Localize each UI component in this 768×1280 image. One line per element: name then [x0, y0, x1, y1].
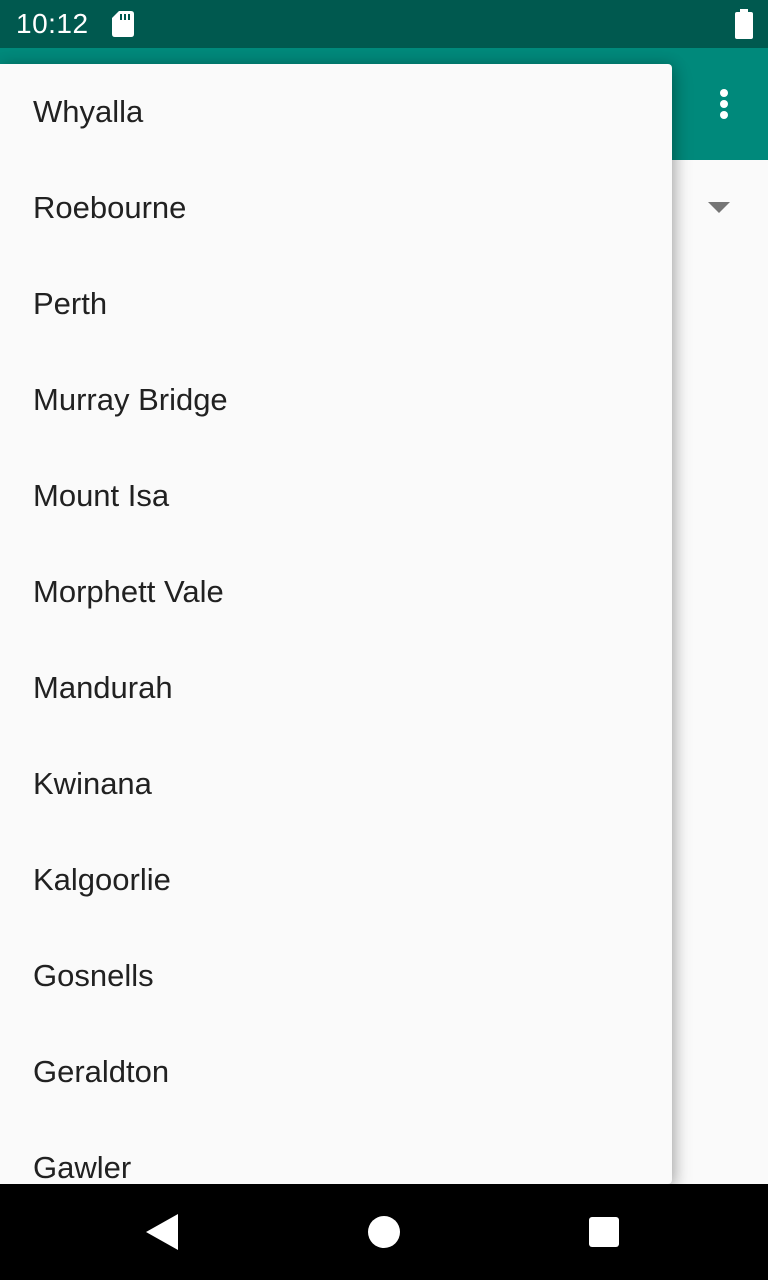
dropdown-item-mandurah[interactable]: Mandurah: [0, 640, 672, 736]
battery-icon: [735, 9, 753, 39]
dropdown-item-murray-bridge[interactable]: Murray Bridge: [0, 352, 672, 448]
dropdown-item-morphett-vale[interactable]: Morphett Vale: [0, 544, 672, 640]
back-icon[interactable]: [146, 1214, 178, 1250]
dropdown-item-geraldton[interactable]: Geraldton: [0, 1024, 672, 1120]
status-time: 10:12: [16, 8, 89, 39]
sd-card-icon: [112, 11, 134, 37]
dropdown-item-whyalla[interactable]: Whyalla: [0, 64, 672, 160]
home-icon[interactable]: [368, 1216, 400, 1248]
dropdown-item-kalgoorlie[interactable]: Kalgoorlie: [0, 832, 672, 928]
more-vert-icon[interactable]: [700, 80, 748, 128]
dropdown-item-kwinana[interactable]: Kwinana: [0, 736, 672, 832]
dropdown-item-roebourne[interactable]: Roebourne: [0, 160, 672, 256]
dropdown-item-mount-isa[interactable]: Mount Isa: [0, 448, 672, 544]
status-bar: 10:12: [0, 0, 768, 48]
dropdown-item-gosnells[interactable]: Gosnells: [0, 928, 672, 1024]
spinner-dropdown-list: Whyalla Roebourne Perth Murray Bridge Mo…: [0, 64, 672, 1184]
dropdown-item-perth[interactable]: Perth: [0, 256, 672, 352]
dropdown-item-gawler[interactable]: Gawler: [0, 1120, 672, 1184]
dropdown-arrow-icon[interactable]: [708, 202, 730, 213]
recents-icon[interactable]: [589, 1217, 619, 1247]
